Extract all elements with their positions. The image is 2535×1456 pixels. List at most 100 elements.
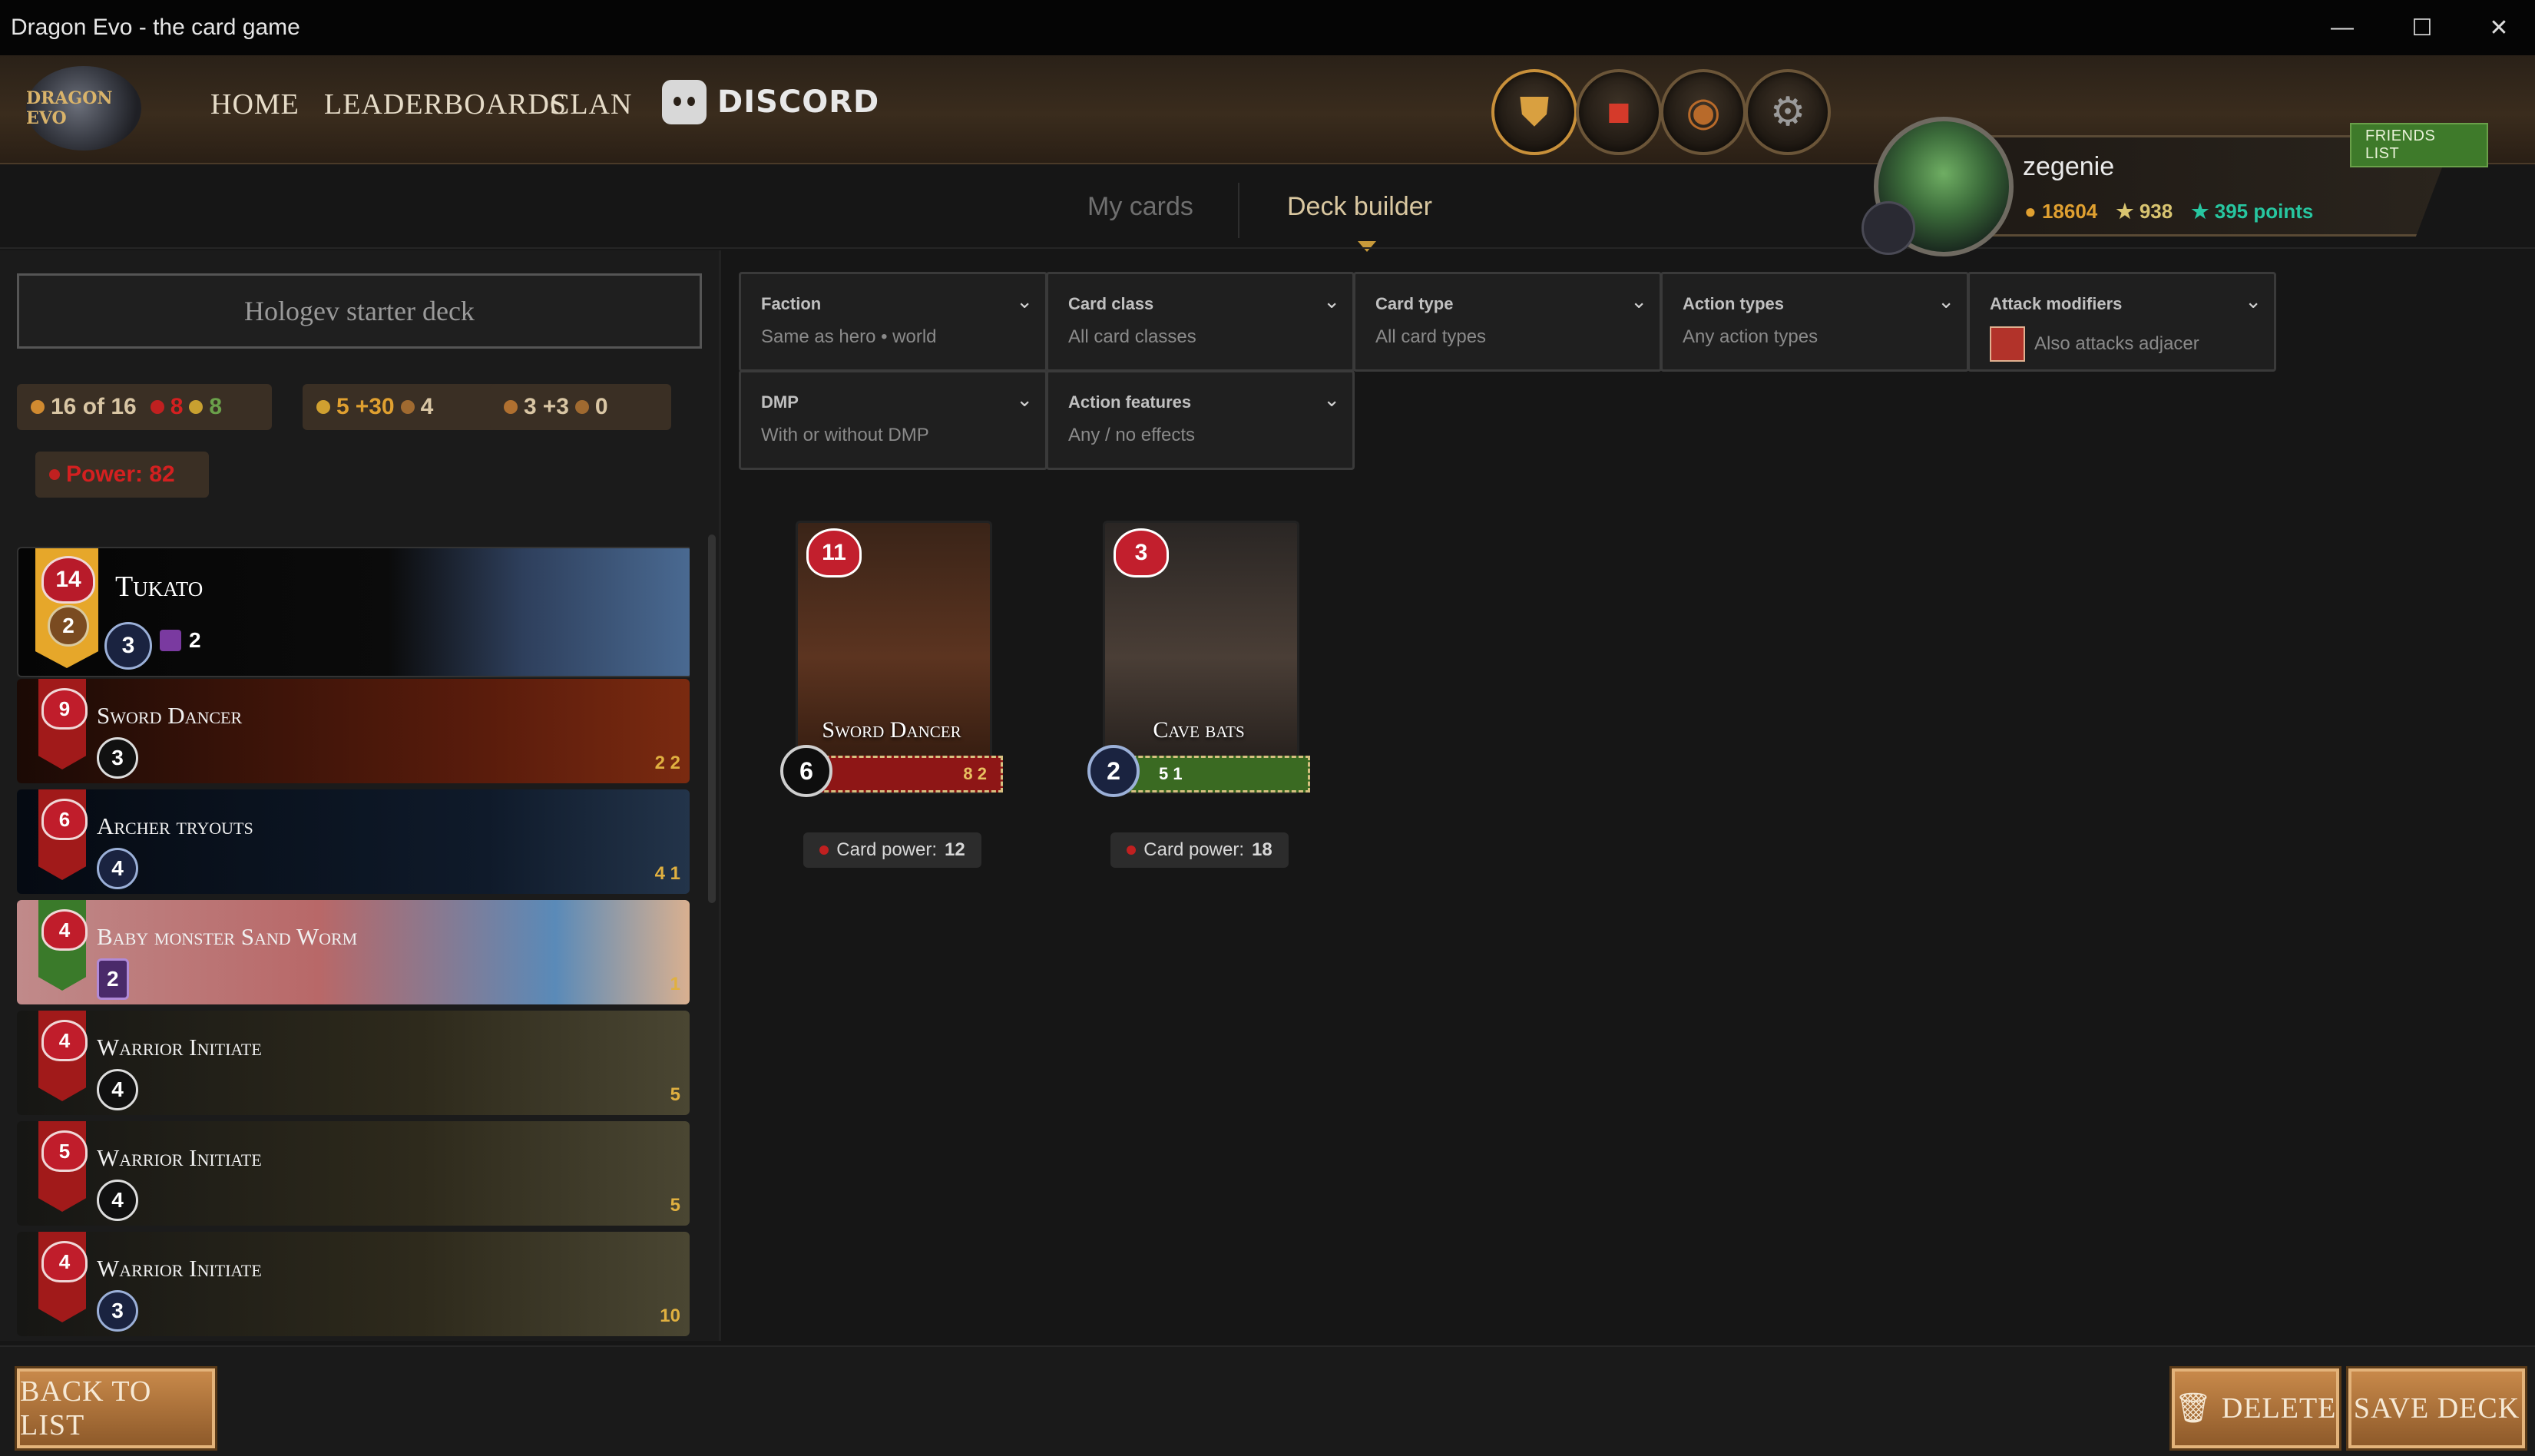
deck-name-input[interactable]: Hologev starter deck: [17, 273, 702, 349]
filter-value: Any / no effects: [1068, 425, 1195, 445]
trophy-value: 938: [2139, 200, 2173, 223]
nav-clan-link[interactable]: CLAN: [550, 88, 632, 121]
friends-list-button[interactable]: FRIENDS LIST: [2350, 123, 2488, 167]
chevron-down-icon: ⌄: [1323, 388, 1340, 411]
card-hp: 4: [41, 1241, 88, 1282]
card-power-badge: Card power: 18: [1110, 832, 1289, 868]
tab-deck-builder[interactable]: Deck builder: [1287, 192, 1432, 222]
tab-underline: [0, 247, 2535, 249]
red-count: 8: [170, 394, 184, 419]
bag-count: 4: [420, 394, 434, 419]
card-hp: 5: [41, 1130, 88, 1172]
adjacent-attack-icon: [1990, 326, 2025, 362]
magic-icon: [160, 630, 181, 651]
close-icon[interactable]: ✕: [2461, 0, 2535, 55]
card-name: Sword Dancer: [97, 702, 243, 729]
filter-faction[interactable]: Faction ⌄ Same as hero • world: [739, 272, 1047, 372]
card-name: Cave bats: [1153, 717, 1245, 743]
sword-bag-count: 0: [594, 394, 608, 419]
sword-bonus: +3: [542, 394, 569, 419]
filter-value: All card classes: [1068, 326, 1196, 347]
deck-power: Power: 82: [66, 462, 175, 487]
chevron-down-icon: ⌄: [1630, 290, 1647, 313]
gear-icon[interactable]: ⚙: [1745, 69, 1831, 155]
card-power-badge: Card power: 12: [803, 832, 981, 868]
shield-icon[interactable]: ⛊: [1491, 69, 1577, 155]
gold-chip: 5 +30 4: [303, 384, 499, 430]
hero-name: Tukato: [115, 571, 204, 603]
filter-attack-modifiers[interactable]: Attack modifiers ⌄ Also attacks adjacer: [1967, 272, 2276, 372]
tab-my-cards[interactable]: My cards: [1087, 192, 1193, 222]
grid-card[interactable]: 11 Sword Dancer 8 2 6 Card power: 12: [780, 521, 1003, 868]
chevron-down-icon: ⌄: [2245, 290, 2262, 313]
card-name: Baby monster Sand Worm: [97, 923, 358, 950]
filter-label: Action features: [1068, 392, 1192, 412]
card-attack: 2: [1087, 745, 1140, 797]
card-hp: 11: [806, 528, 862, 577]
maximize-icon[interactable]: ☐: [2384, 0, 2461, 55]
filter-action-features[interactable]: Action features ⌄ Any / no effects: [1046, 370, 1355, 470]
book-icon[interactable]: ■: [1576, 69, 1662, 155]
card-power-value: 18: [1252, 839, 1272, 860]
list-item[interactable]: 5 Warrior Initiate 4 5: [17, 1121, 690, 1226]
sword-chip: 3 +3 0: [490, 384, 671, 430]
pouch-icon[interactable]: ◉: [1660, 69, 1746, 155]
card-name: Warrior Initiate: [97, 1255, 262, 1282]
filter-card-type[interactable]: Card type ⌄ All card types: [1353, 272, 1662, 372]
filter-value: With or without DMP: [761, 425, 929, 445]
filter-card-class[interactable]: Card class ⌄ All card classes: [1046, 272, 1355, 372]
deck-count: 16 of 16: [51, 394, 137, 419]
save-deck-button[interactable]: SAVE DECK: [2348, 1368, 2525, 1448]
nav-home-link[interactable]: HOME: [210, 88, 300, 121]
window-titlebar: Dragon Evo - the card game — ☐ ✕: [0, 0, 2535, 55]
player-name: zegenie: [2023, 152, 2115, 181]
bag-icon: [400, 400, 415, 414]
card-cost: 2 2: [654, 753, 680, 773]
card-name: Warrior Initiate: [97, 1034, 262, 1061]
card-bar-stats: 5 1: [1159, 764, 1183, 783]
star-icon: ★: [2191, 200, 2209, 223]
filter-dmp[interactable]: DMP ⌄ With or without DMP: [739, 370, 1047, 470]
nav-leaderboards-link[interactable]: LEADERBOARDS: [324, 88, 567, 121]
clan-badge-icon: [1862, 201, 1915, 255]
dragon-evo-logo[interactable]: DRAGON EVO: [26, 66, 141, 151]
player-stats: ● 18604 ★ 938 ★ 395 points: [2024, 200, 2313, 223]
card-attack: 2: [97, 958, 129, 1000]
filter-label: Card type: [1375, 294, 1454, 313]
trash-icon: 🗑: [2174, 1392, 2212, 1425]
filter-value-wrap: Also attacks adjacer: [1990, 326, 2199, 362]
card-attack: 3: [97, 1290, 138, 1332]
trophy-icon: ★: [2116, 200, 2134, 223]
minimize-icon[interactable]: —: [2304, 0, 2381, 55]
card-cost: 4 1: [654, 863, 680, 884]
filter-value: Any action types: [1683, 326, 1819, 347]
list-item[interactable]: 9 Sword Dancer 3 2 2: [17, 679, 690, 783]
filter-label: Faction: [761, 294, 822, 313]
list-item[interactable]: 4 Warrior Initiate 3 10: [17, 1232, 690, 1336]
save-button-label: SAVE DECK: [2353, 1392, 2520, 1425]
list-item[interactable]: 6 Archer tryouts 4 4 1: [17, 789, 690, 894]
filter-value: Same as hero • world: [761, 326, 937, 347]
card-list-scrollbar[interactable]: [708, 534, 716, 903]
list-item[interactable]: 4 Warrior Initiate 4 5: [17, 1011, 690, 1115]
card-stat-bar: 8 2: [803, 756, 1003, 793]
points-value: 395 points: [2214, 200, 2314, 223]
top-navigation: DRAGON EVO HOME LEADERBOARDS CLAN DISCOR…: [0, 55, 2535, 256]
hero-attack: 3: [104, 622, 152, 670]
card-hp: 6: [41, 799, 88, 840]
card-hp: 4: [41, 909, 88, 951]
filter-action-types[interactable]: Action types ⌄ Any action types: [1660, 272, 1969, 372]
gold-count: 5: [336, 394, 349, 419]
card-cost: 1: [670, 974, 680, 994]
hero-card-row[interactable]: 14 2 Tukato 3 2: [17, 547, 690, 677]
delete-button[interactable]: 🗑 DELETE: [2172, 1368, 2339, 1448]
back-to-list-button[interactable]: BACK TO LIST: [17, 1368, 215, 1448]
card-hp: 3: [1114, 528, 1169, 577]
card-name: Sword Dancer: [822, 717, 961, 743]
card-attack: 6: [780, 745, 832, 797]
discord-link[interactable]: DISCORD: [662, 80, 879, 124]
chevron-down-icon: ⌄: [1938, 290, 1954, 313]
grid-card[interactable]: 3 Cave bats 5 1 2 Card power: 18: [1087, 521, 1310, 868]
list-item[interactable]: 4 Baby monster Sand Worm 2 1: [17, 900, 690, 1004]
coin-icon: [316, 400, 330, 414]
